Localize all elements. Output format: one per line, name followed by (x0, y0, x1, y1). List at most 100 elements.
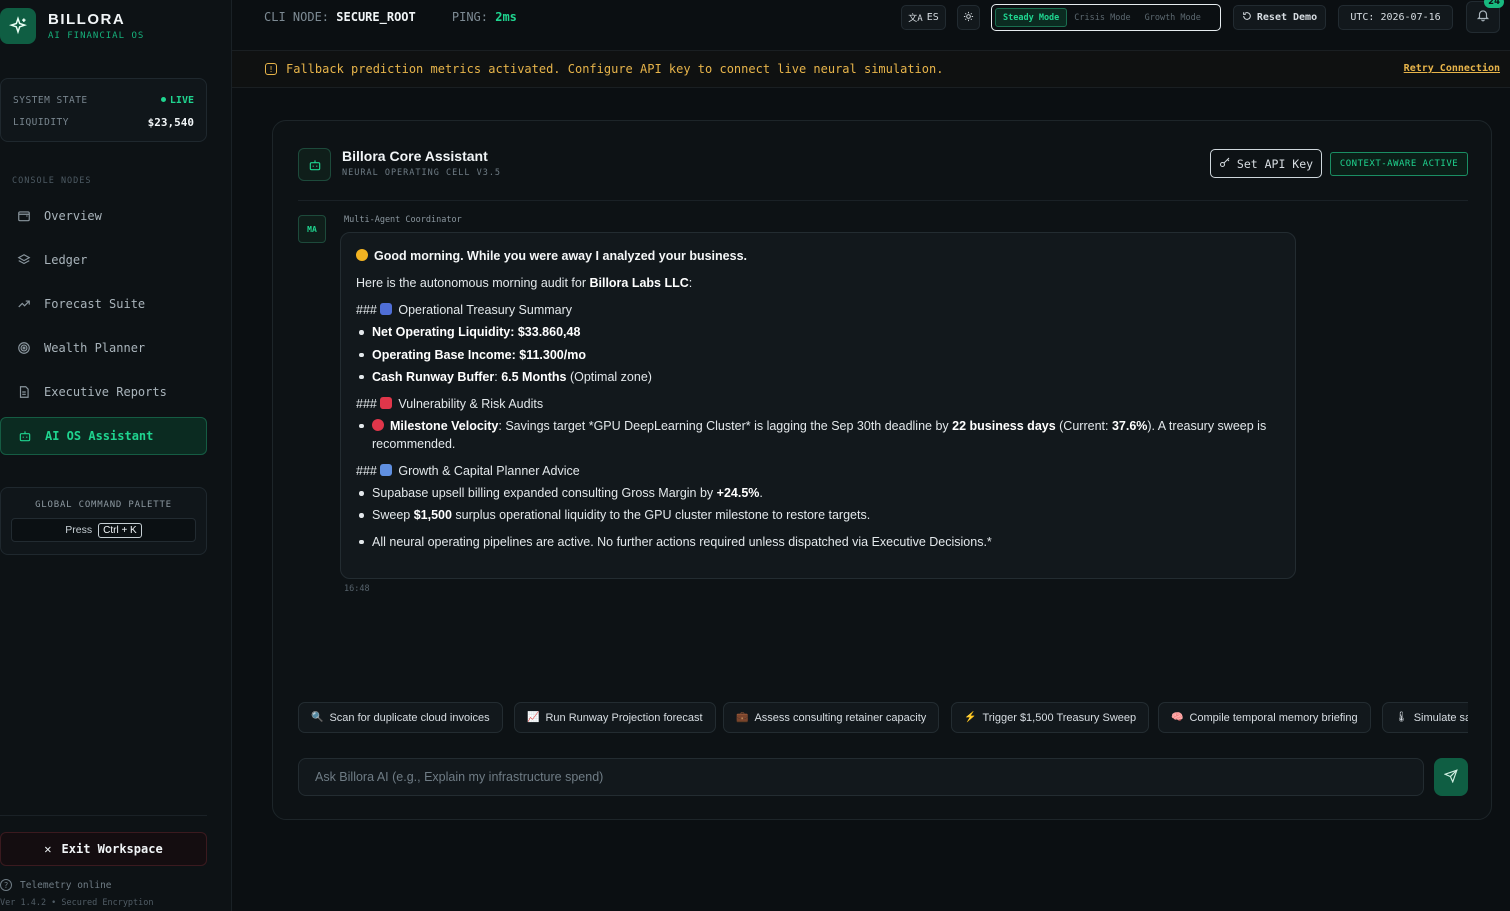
intro-text: Here is the autonomous morning audit for (356, 276, 590, 291)
target-icon (16, 340, 32, 356)
suggestion-chips: 🔍 Scan for duplicate cloud invoices 📈 Run … (298, 702, 1468, 734)
send-icon (1443, 768, 1458, 786)
metric-label: Net Operating Liquidity (372, 325, 511, 340)
sidebar-item-ledger[interactable]: Ledger (0, 241, 207, 279)
section-heading-treasury: ### Operational Treasury Summary (356, 303, 573, 318)
cli-node-status: CLI NODE: SECURE_ROOT PING: 2ms (264, 10, 517, 24)
sidebar-item-executive-reports[interactable]: Executive Reports (0, 373, 207, 411)
sidebar-item-forecast-suite[interactable]: Forecast Suite (0, 285, 207, 323)
message-greeting: Good morning. While you were away I anal… (356, 247, 1280, 265)
bot-icon (17, 428, 33, 444)
language-toggle-button[interactable]: 文A ES (901, 5, 946, 30)
section-heading-risk: ### Vulnerability & Risk Audits (356, 396, 544, 411)
command-palette-card[interactable]: GLOBAL COMMAND PALETTE Press Ctrl + K (0, 487, 207, 555)
list-item: Cash Runway Buffer: 6.5 Months (Optimal … (356, 368, 1280, 386)
suggestion-chip-treasury-sweep[interactable]: ⚡ Trigger $1,500 Treasury Sweep (951, 702, 1150, 733)
keyboard-shortcut: Ctrl + K (98, 522, 142, 538)
metric-value: 6.5 Months (501, 369, 567, 384)
reset-demo-label: Reset Demo (1256, 12, 1318, 23)
risk-days: 22 business days (952, 418, 1056, 433)
theme-toggle-button[interactable] (957, 5, 980, 30)
suggestion-chip-runway-projection[interactable]: 📈 Run Runway Projection forecast (514, 702, 716, 733)
telemetry-label: Telemetry online (20, 879, 112, 891)
message-sender: Multi-Agent Coordinator (344, 215, 462, 225)
list-item: Sweep $1,500 surplus operational liquidi… (356, 506, 1280, 524)
sidebar-item-wealth-planner[interactable]: Wealth Planner (0, 329, 207, 367)
mode-selector: Steady Mode Crisis Mode Growth Mode (991, 4, 1221, 31)
briefcase-icon: 💼 (736, 712, 749, 723)
sidebar-item-label: Ledger (44, 253, 88, 267)
live-dot-icon (160, 97, 166, 102)
chip-label: Simulate sa (1413, 711, 1468, 724)
top-bar: CLI NODE: SECURE_ROOT PING: 2ms 文A ES St… (232, 0, 1510, 50)
suggestion-chip-simulate[interactable]: 🌡 Simulate sa (1382, 702, 1468, 733)
translate-icon: 文A (908, 14, 923, 24)
notifications-button[interactable]: 24 (1466, 0, 1504, 33)
mode-growth[interactable]: Growth Mode (1138, 8, 1208, 27)
utc-clock-label: UTC: 2026-07-16 (1350, 12, 1441, 23)
ask-billora-input[interactable] (298, 758, 1424, 796)
suggestion-chip-retainer-capacity[interactable]: 💼 Assess consulting retainer capacity (723, 702, 940, 733)
system-state-value: LIVE (169, 94, 194, 106)
ping-value: 2ms (495, 10, 517, 24)
risk-label: Milestone Velocity (390, 418, 499, 433)
brand[interactable]: BILLORA AI FINANCIAL OS (0, 8, 144, 44)
message-intro: Here is the autonomous morning audit for… (356, 274, 1280, 292)
sparkle-logo-icon (0, 8, 36, 44)
utc-clock: UTC: 2026-07-16 (1338, 5, 1453, 30)
version-info: Ver 1.4.2 • Secured Encryption (0, 898, 154, 908)
advice-text: surplus operational liquidity to the GPU… (451, 508, 871, 523)
banner-message: Fallback prediction metrics activated. C… (286, 62, 944, 76)
chip-label: Scan for duplicate cloud invoices (329, 711, 490, 724)
close-icon: ✕ (44, 842, 52, 856)
chip-label: Compile temporal memory briefing (1189, 711, 1358, 724)
cli-node-value: SECURE_ROOT (336, 10, 416, 24)
chip-label: Assess consulting retainer capacity (754, 711, 927, 724)
fallback-warning-banner: ! Fallback prediction metrics activated.… (232, 50, 1510, 88)
sun-emoji-icon (356, 249, 368, 261)
heading-text: Growth & Capital Planner Advice (398, 464, 580, 479)
system-state-card: SYSTEM STATE LIVE LIQUIDITY $23,540 (0, 78, 207, 142)
telemetry-status: ? Telemetry online (0, 879, 112, 891)
shield-warning-icon: ! (265, 63, 277, 75)
refresh-icon (1242, 11, 1252, 24)
risk-list: Milestone Velocity: Savings target *GPU … (356, 417, 1280, 453)
metric-label: Operating Base Income (372, 347, 512, 362)
exit-workspace-button[interactable]: ✕ Exit Workspace (0, 832, 207, 866)
send-button[interactable] (1434, 758, 1468, 796)
agent-avatar: MA (298, 215, 326, 243)
metric-label: Cash Runway Buffer (372, 369, 495, 384)
bar-chart-emoji-icon (380, 303, 393, 316)
list-item: All neural operating pipelines are activ… (356, 533, 1280, 551)
brain-icon: 🧠 (1171, 712, 1184, 723)
advice-value: $1,500 (413, 508, 452, 523)
suggestion-chip-memory-briefing[interactable]: 🧠 Compile temporal memory briefing (1158, 702, 1371, 733)
greeting-text: Good morning. While you were away I anal… (374, 249, 747, 263)
language-label: ES (926, 12, 939, 23)
sidebar-item-ai-os-assistant[interactable]: AI OS Assistant (0, 417, 207, 455)
brand-name: BILLORA (48, 11, 126, 28)
sidebar-divider (0, 815, 207, 816)
reset-demo-button[interactable]: Reset Demo (1233, 5, 1326, 30)
retry-connection-link[interactable]: Retry Connection (1404, 63, 1500, 74)
layers-icon (16, 252, 32, 268)
sidebar-item-overview[interactable]: Overview (0, 197, 207, 235)
wallet-icon (16, 208, 32, 224)
risk-text: : Savings target *GPU DeepLearning Clust… (498, 418, 953, 433)
metric-value: $33.860,48 (517, 325, 581, 340)
suggestion-chip-scan-invoices[interactable]: 🔍 Scan for duplicate cloud invoices (298, 702, 503, 733)
system-state-badge: LIVE (160, 94, 194, 106)
sidebar-item-label: Overview (44, 209, 102, 223)
set-api-key-button[interactable]: Set API Key (1210, 149, 1322, 178)
advice-text: Supabase upsell billing expanded consult… (372, 486, 717, 501)
sidebar-item-label: Executive Reports (44, 385, 167, 399)
assistant-subtitle: NEURAL OPERATING CELL V3.5 (342, 168, 502, 178)
mode-steady[interactable]: Steady Mode (995, 8, 1068, 27)
key-icon (1219, 156, 1231, 171)
command-palette-shortcut[interactable]: Press Ctrl + K (11, 518, 196, 542)
heading-text: Operational Treasury Summary (398, 303, 573, 318)
mode-crisis[interactable]: Crisis Mode (1067, 8, 1137, 27)
bell-icon (1476, 8, 1490, 27)
assistant-title: Billora Core Assistant (342, 148, 488, 164)
sidebar-item-label: AI OS Assistant (45, 429, 154, 443)
